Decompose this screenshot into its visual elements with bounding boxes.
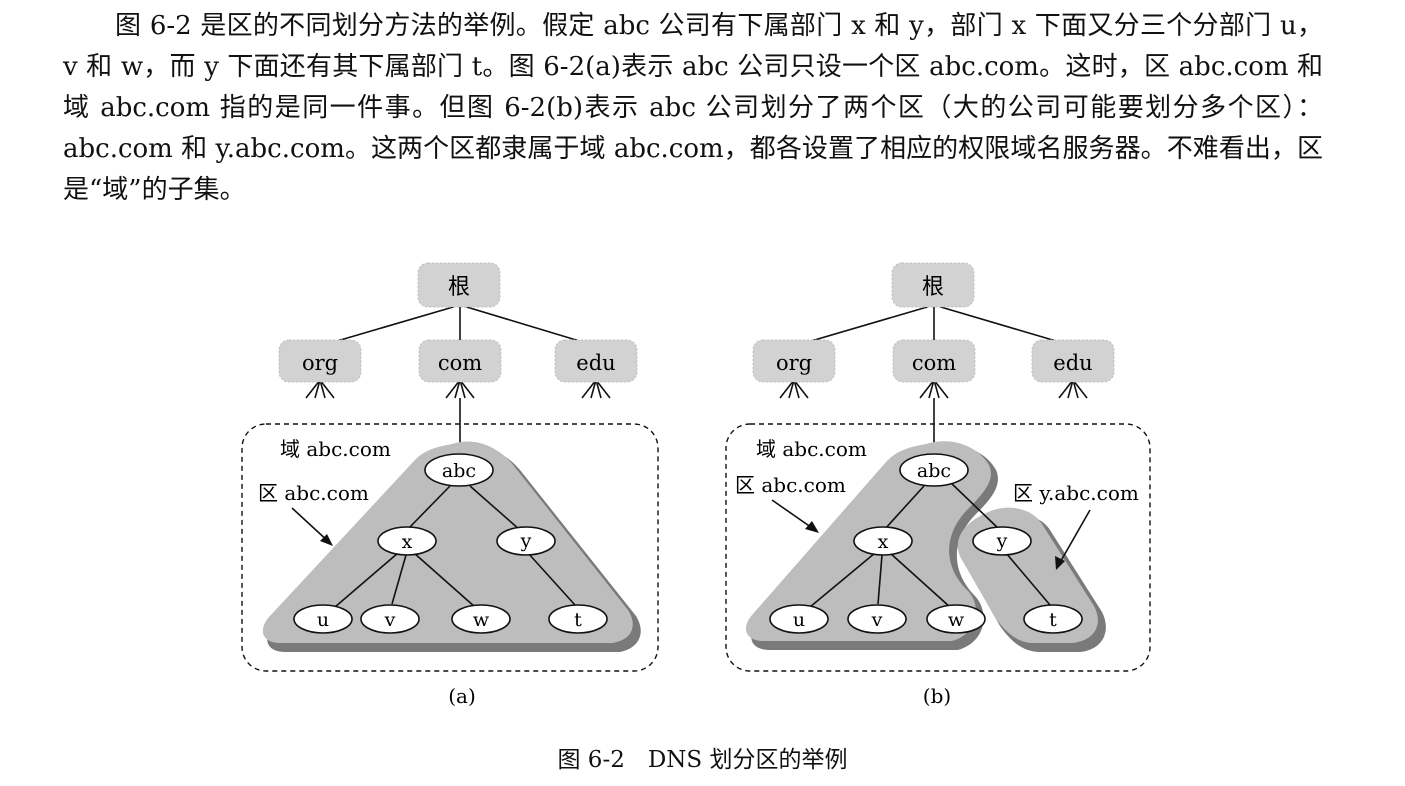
tld-com-label: com — [438, 351, 482, 375]
node-u-label: u — [317, 609, 329, 631]
zone-y-label: 区 y.abc.com — [1013, 481, 1139, 505]
tld-edu-label: edu — [576, 351, 615, 375]
node-y-label: y — [996, 530, 1008, 552]
tld-edu-label: edu — [1053, 351, 1092, 375]
domain-label: 域 abc.com — [756, 437, 867, 461]
root-label: 根 — [922, 275, 944, 300]
zone-abc-label: 区 abc.com — [735, 473, 846, 497]
node-v-label: v — [384, 609, 396, 631]
figure-dns-zones: 根 org com edu abc x y u v w t 域 abc.com … — [241, 262, 1151, 708]
node-x-label: x — [878, 531, 889, 553]
domain-label: 域 abc.com — [280, 437, 391, 461]
tld-org-label: org — [302, 351, 338, 375]
zone-label: 区 abc.com — [258, 481, 369, 505]
node-u-label: u — [793, 609, 805, 631]
panel-b: 根 org com edu abc x y u v w t 域 abc.com … — [725, 262, 1151, 708]
root-label: 根 — [448, 275, 470, 300]
tld-com-label: com — [912, 351, 956, 375]
tld-org-label: org — [776, 351, 812, 375]
panel-a-label: (a) — [448, 684, 476, 708]
node-t-label: t — [1049, 609, 1057, 631]
node-abc-label: abc — [442, 460, 476, 482]
node-w-label: w — [473, 609, 490, 631]
node-v-label: v — [871, 609, 883, 631]
node-y-label: y — [520, 530, 532, 552]
panel-a: 根 org com edu abc x y u v w t 域 abc.com … — [241, 262, 659, 708]
node-abc-label: abc — [917, 460, 951, 482]
panel-b-label: (b) — [923, 684, 951, 708]
node-t-label: t — [574, 609, 582, 631]
node-x-label: x — [402, 531, 413, 553]
figure-caption: 图 6-2 DNS 划分区的举例 — [557, 747, 848, 773]
node-w-label: w — [948, 609, 965, 631]
